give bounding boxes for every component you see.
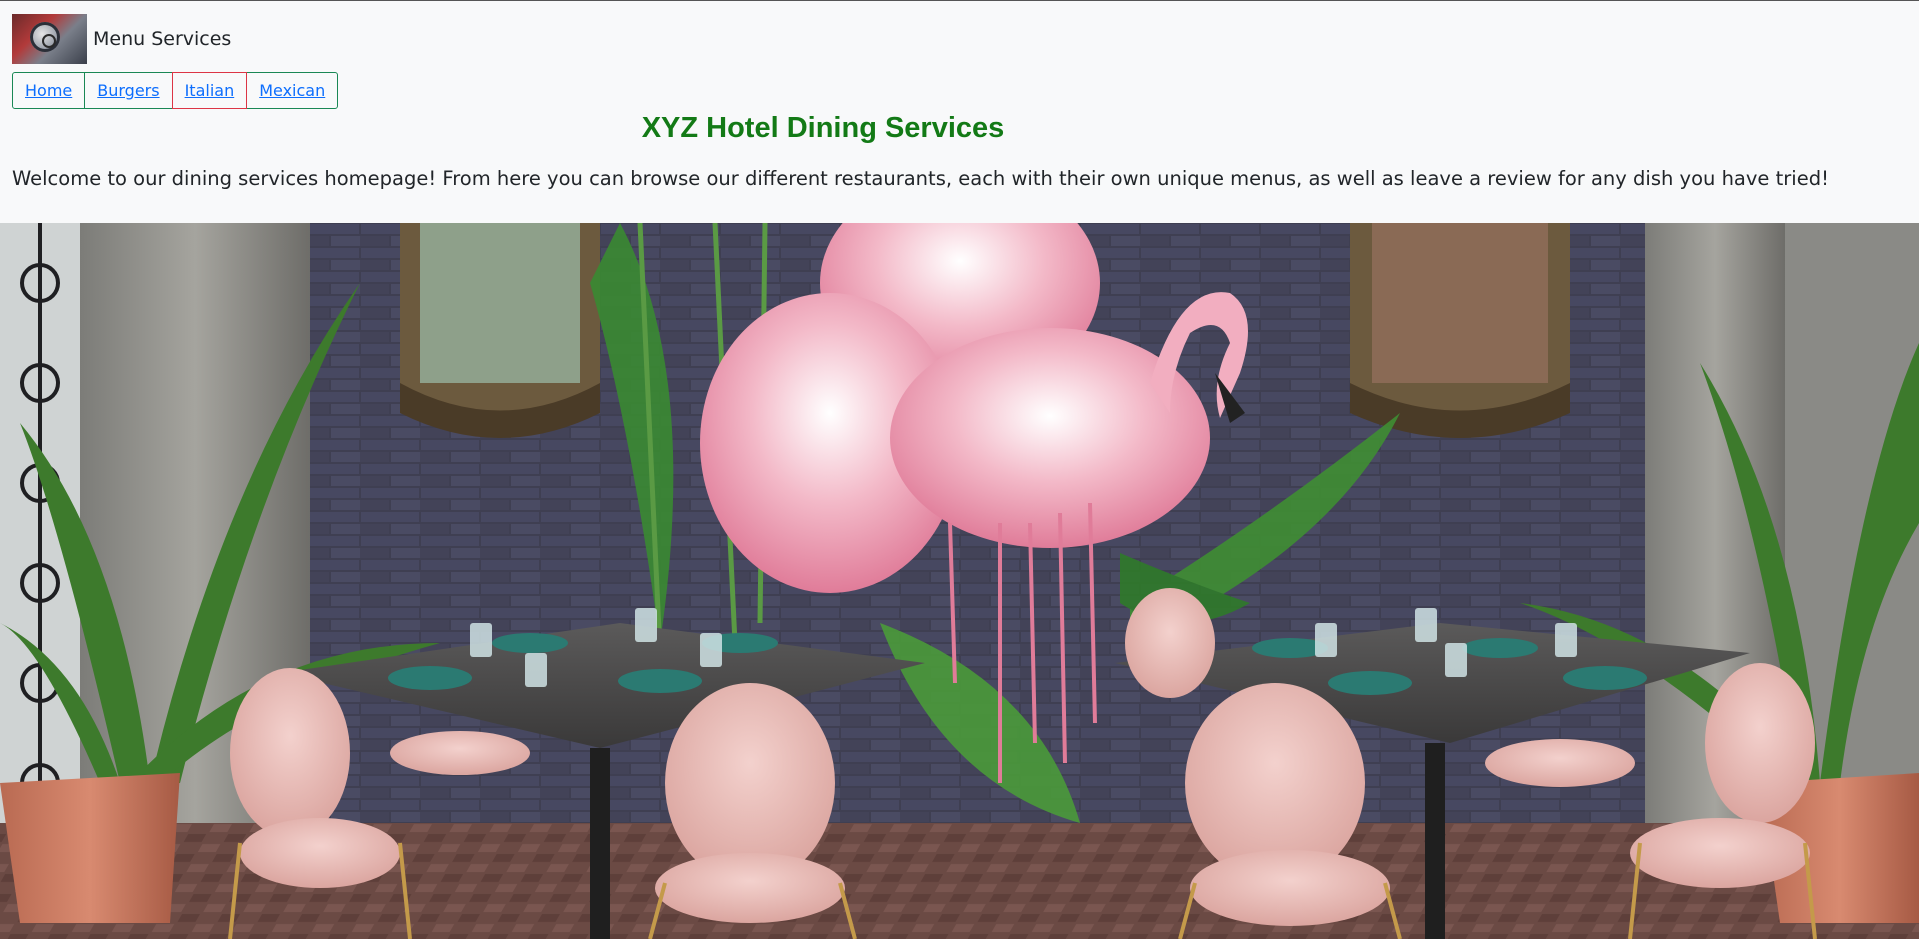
restaurant-nav: Home Burgers Italian Mexican	[12, 72, 339, 109]
intro-text: Welcome to our dining services homepage!…	[12, 167, 1829, 190]
nav-italian-link[interactable]: Italian	[171, 72, 248, 109]
navbar-brand[interactable]: Menu Services	[12, 14, 231, 64]
nav-home-link[interactable]: Home	[12, 72, 86, 109]
page-title: XYZ Hotel Dining Services	[641, 112, 1005, 144]
brand-title[interactable]: Menu Services	[93, 29, 231, 49]
nav-mexican-link[interactable]: Mexican	[246, 72, 339, 109]
restaurant-interior-photo	[0, 223, 1919, 939]
restaurant-logo[interactable]	[12, 14, 87, 64]
top-border	[0, 0, 1919, 1]
nav-burgers-link[interactable]: Burgers	[84, 72, 173, 109]
